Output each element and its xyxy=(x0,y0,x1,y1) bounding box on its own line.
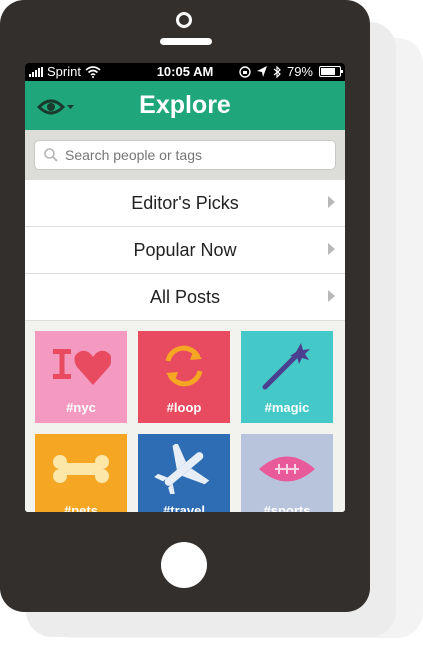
battery-percent: 79% xyxy=(286,64,313,79)
bluetooth-icon xyxy=(273,65,281,78)
tag-tile-travel[interactable]: #travel xyxy=(138,434,230,512)
football-icon xyxy=(259,456,315,482)
speaker-grille xyxy=(160,38,212,45)
status-right: 79% xyxy=(239,64,343,79)
tag-label: #sports xyxy=(263,503,311,512)
page-title: Explore xyxy=(139,91,231,119)
i-heart-icon xyxy=(53,349,111,385)
bone-icon xyxy=(53,455,109,483)
status-bar: Sprint 10:05 AM 79% xyxy=(25,63,345,81)
menu-item-label: Popular Now xyxy=(133,240,237,260)
location-arrow-icon xyxy=(256,66,267,77)
camera-icon xyxy=(176,12,192,28)
chevron-right-icon xyxy=(328,290,335,302)
menu-item-popular-now[interactable]: Popular Now xyxy=(25,227,345,274)
loop-arrows-icon xyxy=(165,345,203,387)
screen: Sprint 10:05 AM 79% Explore Search peopl… xyxy=(25,63,345,512)
battery-icon xyxy=(319,66,343,77)
stage: Sprint 10:05 AM 79% Explore Search peopl… xyxy=(0,0,423,665)
menu-item-editors-picks[interactable]: Editor's Picks xyxy=(25,180,345,227)
battery-fill xyxy=(321,68,336,75)
search-bar xyxy=(25,130,345,180)
tag-tile-pets[interactable]: #pets xyxy=(35,434,127,512)
tag-tile-magic[interactable]: #magic xyxy=(241,331,333,423)
nav-bar: Explore xyxy=(25,81,345,130)
tag-label: #nyc xyxy=(66,400,96,415)
magic-wand-icon xyxy=(262,343,310,390)
phone-frame: Sprint 10:05 AM 79% Explore Search peopl… xyxy=(0,0,370,612)
menu-item-all-posts[interactable]: All Posts xyxy=(25,274,345,321)
chevron-right-icon xyxy=(328,243,335,255)
menu-item-label: All Posts xyxy=(149,287,221,307)
chevron-right-icon xyxy=(328,196,335,208)
search-icon xyxy=(44,148,58,162)
tag-label: #travel xyxy=(163,503,205,512)
tag-label: #loop xyxy=(166,400,202,415)
orientation-lock-icon xyxy=(239,65,251,78)
search-box[interactable] xyxy=(34,140,336,170)
tag-tile-nyc[interactable]: #nyc xyxy=(35,331,127,423)
tag-tile-sports[interactable]: #sports xyxy=(241,434,333,512)
home-button[interactable] xyxy=(161,542,207,588)
search-input[interactable] xyxy=(63,146,317,164)
tag-grid: #nyc #loop #magic #pets #travel #sports xyxy=(25,321,345,512)
tag-label: #magic xyxy=(264,400,310,415)
airplane-icon xyxy=(154,444,210,494)
menu-item-label: Editor's Picks xyxy=(131,193,239,213)
tag-label: #pets xyxy=(64,503,98,512)
tag-tile-loop[interactable]: #loop xyxy=(138,331,230,423)
